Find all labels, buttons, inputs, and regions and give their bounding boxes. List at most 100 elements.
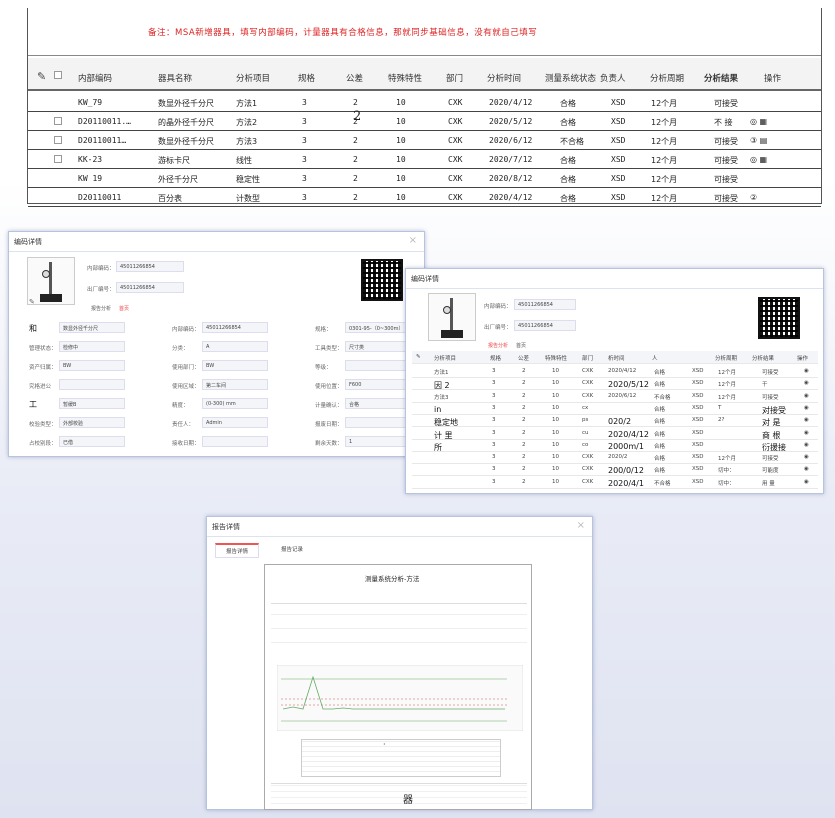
- column-header[interactable]: 人: [652, 354, 658, 362]
- analysis-row[interactable]: 3 2 10 CXK 2020/4/1 不合格 XSD 切中： 用 量 ◉: [412, 476, 818, 489]
- field-value[interactable]: 合格: [345, 398, 411, 409]
- analysis-cell: 2: [522, 454, 526, 461]
- tab-report-detail[interactable]: 报告详情: [215, 543, 260, 558]
- analysis-cell: 2: [522, 404, 526, 411]
- close-icon[interactable]: ×: [409, 235, 417, 246]
- col-name[interactable]: 器具名称: [158, 72, 192, 84]
- analysis-row[interactable]: 稳定地 3 2 10 ps 020/2 合格 XSD 2? 对 是 ◉: [412, 414, 818, 428]
- analysis-row[interactable]: 因 2 3 2 10 CXK 2020/5/12 合格 XSD 12个月干 ◉: [412, 377, 818, 391]
- field-value[interactable]: F600: [345, 379, 411, 390]
- cell-actions[interactable]: ②: [750, 193, 757, 202]
- field-value[interactable]: [345, 360, 411, 371]
- cell-department: CXK: [448, 174, 463, 183]
- view-icon[interactable]: ◉: [804, 454, 809, 460]
- edit-icon[interactable]: ✎: [416, 354, 421, 360]
- field-value[interactable]: 数显外径千分尺: [59, 322, 125, 333]
- table-row[interactable]: D20110011.… 的晶外径千分尺 方法2 3 2 10 CXK 2020/5/12 合格 X…: [28, 111, 821, 131]
- image-edit-icon[interactable]: ✎: [29, 298, 35, 306]
- col-code[interactable]: 内部编码: [78, 72, 112, 84]
- analysis-row[interactable]: 方法3 3 2 10 CXK 2020/6/12 不合格 XSD 12个月 可接受 ◉: [412, 390, 818, 403]
- cell-special-char: 10: [396, 98, 406, 107]
- table-row[interactable]: D20110011… 数显外径千分尺 方法3 3 2 10 CXK 2020/6/12 不合格 X…: [28, 130, 821, 150]
- tab-report-analysis[interactable]: 报告分析: [91, 305, 111, 312]
- cell-device-name: 的晶外径千分尺: [158, 118, 214, 127]
- field-value[interactable]: [202, 436, 268, 447]
- view-icon[interactable]: ◉: [804, 442, 809, 448]
- internal-code-field[interactable]: 45011266854: [514, 299, 576, 310]
- analysis-row[interactable]: 方法1 3 2 10 CXK 2020/4/12 合格 XSD 12个月 可接受 ◉: [412, 365, 818, 378]
- col-tol[interactable]: 公差: [346, 72, 363, 84]
- analysis-row[interactable]: in 3 2 10 cx 合格 XSD T 对接受 ◉: [412, 402, 818, 415]
- analysis-row[interactable]: 3 2 10 CXK 200/0/12 合格 XSD 切中： 可能度 ◉: [412, 463, 818, 477]
- table-row[interactable]: KK-23 游标卡尺 线性 3 2 10 CXK 2020/7/12 合格 XSD 12个月 可接受 ◎…: [28, 149, 821, 169]
- field-value[interactable]: (0-300) mm: [202, 398, 268, 409]
- column-header[interactable]: 分析项目: [434, 354, 456, 362]
- analysis-cell: 方法3: [434, 394, 449, 401]
- tab-home[interactable]: 首页: [516, 342, 526, 349]
- field-value[interactable]: 0301-95-（0~300m）: [345, 322, 411, 333]
- column-header[interactable]: 分析周期: [715, 354, 737, 362]
- column-header[interactable]: 公差: [518, 354, 529, 362]
- field-value[interactable]: [59, 379, 125, 390]
- analysis-row[interactable]: 计 里 3 2 10 cu 2020/4/12 合格 XSD 商 根 ◉: [412, 427, 818, 440]
- field-value[interactable]: 第二车间: [202, 379, 268, 390]
- cell-actions[interactable]: ◎ ▦: [750, 155, 767, 164]
- view-icon[interactable]: ◉: [804, 417, 809, 423]
- view-icon[interactable]: ◉: [804, 368, 809, 374]
- analysis-row[interactable]: 3 2 10 CXK 2020/2 合格 XSD 12个月 可接受 ◉: [412, 451, 818, 465]
- col-special[interactable]: 特殊特性: [388, 72, 422, 84]
- view-icon[interactable]: ◉: [804, 380, 809, 386]
- view-icon[interactable]: ◉: [804, 479, 809, 485]
- field-value[interactable]: 尺寸类: [345, 341, 411, 352]
- view-icon[interactable]: ◉: [804, 430, 809, 436]
- field-value[interactable]: [345, 417, 411, 428]
- table-row[interactable]: KW 19 外径千分尺 稳定性 3 2 10 CXK 2020/8/12 合格 XSD 12个月 可接…: [28, 168, 821, 188]
- tab-report-analysis[interactable]: 报告分析: [488, 342, 508, 349]
- close-icon[interactable]: ×: [577, 520, 585, 531]
- edit-icon[interactable]: ✎: [37, 70, 46, 83]
- row-checkbox[interactable]: [54, 136, 62, 144]
- table-row[interactable]: D20110011 百分表 计数型 3 2 10 CXK 2020/4/12 合格 XSD 12个月…: [28, 187, 821, 207]
- view-icon[interactable]: ◉: [804, 466, 809, 472]
- row-checkbox[interactable]: [54, 155, 62, 163]
- col-time[interactable]: 分析时间: [487, 72, 521, 84]
- internal-code-field[interactable]: 45011266854: [116, 261, 184, 272]
- field-label: 责任人：: [172, 422, 195, 428]
- view-icon[interactable]: ◉: [804, 393, 809, 399]
- column-header[interactable]: 操作: [797, 354, 808, 362]
- serial-number-field[interactable]: 45011266854: [514, 320, 576, 331]
- column-header[interactable]: 规格: [490, 354, 501, 362]
- tab-home[interactable]: 首页: [119, 305, 129, 312]
- field-value[interactable]: 1: [345, 436, 411, 447]
- field-value[interactable]: BW: [59, 360, 125, 371]
- col-period[interactable]: 分析周期: [650, 72, 684, 84]
- col-spec[interactable]: 规格: [298, 72, 315, 84]
- col-owner[interactable]: 负责人: [600, 72, 626, 84]
- col-dept[interactable]: 部门: [446, 72, 463, 84]
- column-header[interactable]: 分析结果: [752, 354, 774, 362]
- field-value[interactable]: 外部校验: [59, 417, 125, 428]
- row-checkbox[interactable]: [54, 117, 62, 125]
- field-value[interactable]: 检修中: [59, 341, 125, 352]
- tab-report-record[interactable]: 报告记录: [281, 545, 303, 553]
- col-status[interactable]: 测量系统状态: [545, 72, 596, 84]
- column-header[interactable]: 部门: [582, 354, 593, 362]
- serial-number-field[interactable]: 45011266854: [116, 282, 184, 293]
- cell-actions[interactable]: ◎ ▦: [750, 117, 767, 126]
- field-value[interactable]: 45011266854: [202, 322, 268, 333]
- field-value[interactable]: Admin: [202, 417, 268, 428]
- field-value[interactable]: 已借: [59, 436, 125, 447]
- select-all-checkbox[interactable]: [54, 71, 62, 79]
- view-icon[interactable]: ◉: [804, 405, 809, 411]
- analysis-row[interactable]: 所 3 2 10 co 2000m/1 合格 XSD 衍援接 ◉: [412, 439, 818, 452]
- column-header[interactable]: 特殊特性: [545, 354, 567, 362]
- cell-actions[interactable]: ③ ▤: [750, 136, 767, 145]
- col-item[interactable]: 分析项目: [236, 72, 270, 84]
- table-row[interactable]: KW_79 数显外径千分尺 方法1 3 2 10 CXK 2020/4/12 合格 XSD 12个月…: [28, 92, 821, 112]
- field-value[interactable]: 暂缓B: [59, 398, 125, 409]
- col-result[interactable]: 分析结果: [704, 72, 738, 84]
- column-header[interactable]: 析时间: [608, 354, 625, 362]
- field-value[interactable]: BW: [202, 360, 268, 371]
- field-value[interactable]: A: [202, 341, 268, 352]
- cell-internal-code: KK-23: [78, 155, 103, 164]
